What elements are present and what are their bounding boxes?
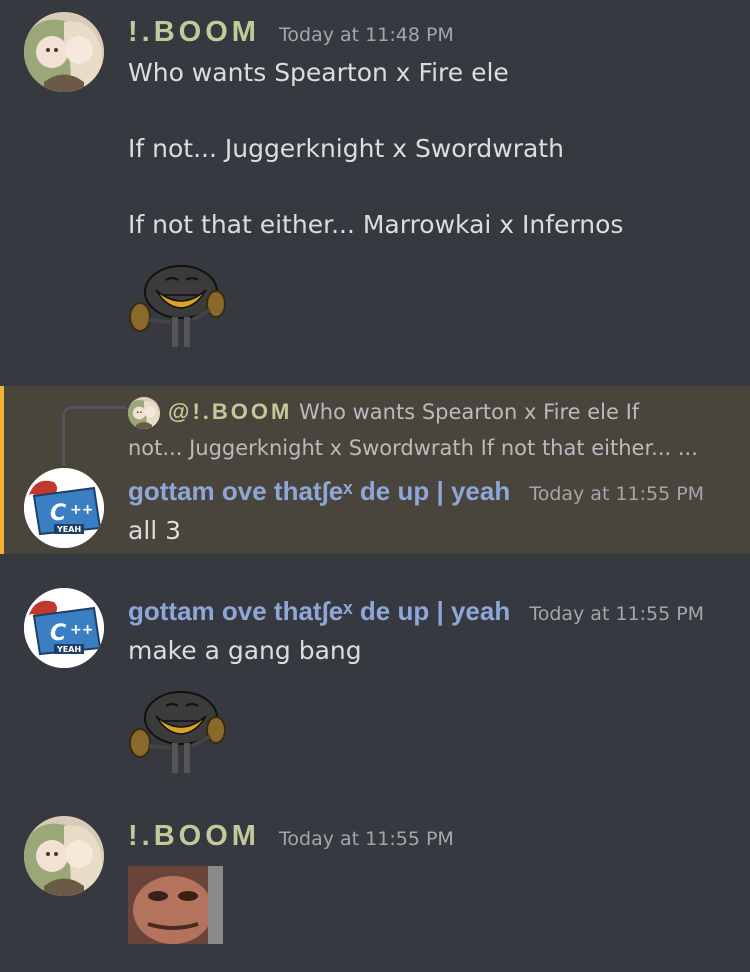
author-name[interactable]: gottam ove that∫eˣ de up | yeah [128,476,510,506]
reply-spine [62,406,126,466]
reply-avatar [128,397,160,429]
message-text-line: Who wants Spearton x Fire ele [128,58,509,87]
author-name[interactable]: !.BOOM [128,16,260,48]
reply-preview[interactable]: @!.BOOM Who wants Spearton x Fire ele If… [128,394,728,466]
author-name[interactable]: !.BOOM [128,820,260,852]
timestamp: Today at 11:55 PM [529,603,705,625]
face-meme-image[interactable] [128,866,223,944]
reply-preview-text: Who wants Spearton x Fire ele If [299,400,640,424]
avatar[interactable] [24,12,104,92]
message-text: make a gang bang [128,636,362,665]
author-name[interactable]: gottam ove that∫eˣ de up | yeah [128,596,510,626]
message-header: !.BOOM Today at 11:55 PM [128,820,454,853]
avatar[interactable] [24,588,104,668]
reply-author[interactable]: @!.BOOM [168,399,292,424]
reply-preview-text: not... Juggerknight x Swordwrath If not … [128,436,698,460]
message-header: gottam ove that∫eˣ de up | yeah Today at… [128,596,704,627]
message-header: !.BOOM Today at 11:48 PM [128,16,454,49]
timestamp: Today at 11:48 PM [279,24,454,46]
message-header: gottam ove that∫eˣ de up | yeah Today at… [128,476,704,507]
avatar[interactable] [24,468,104,548]
message-text-line: If not that either... Marrowkai x Infern… [128,210,624,239]
trollface-emoji[interactable] [126,688,226,778]
timestamp: Today at 11:55 PM [529,483,705,505]
timestamp: Today at 11:55 PM [279,828,454,850]
message-text: all 3 [128,516,182,545]
trollface-emoji[interactable] [126,262,226,352]
message-text-line: If not... Juggerknight x Swordwrath [128,134,564,163]
avatar[interactable] [24,816,104,896]
